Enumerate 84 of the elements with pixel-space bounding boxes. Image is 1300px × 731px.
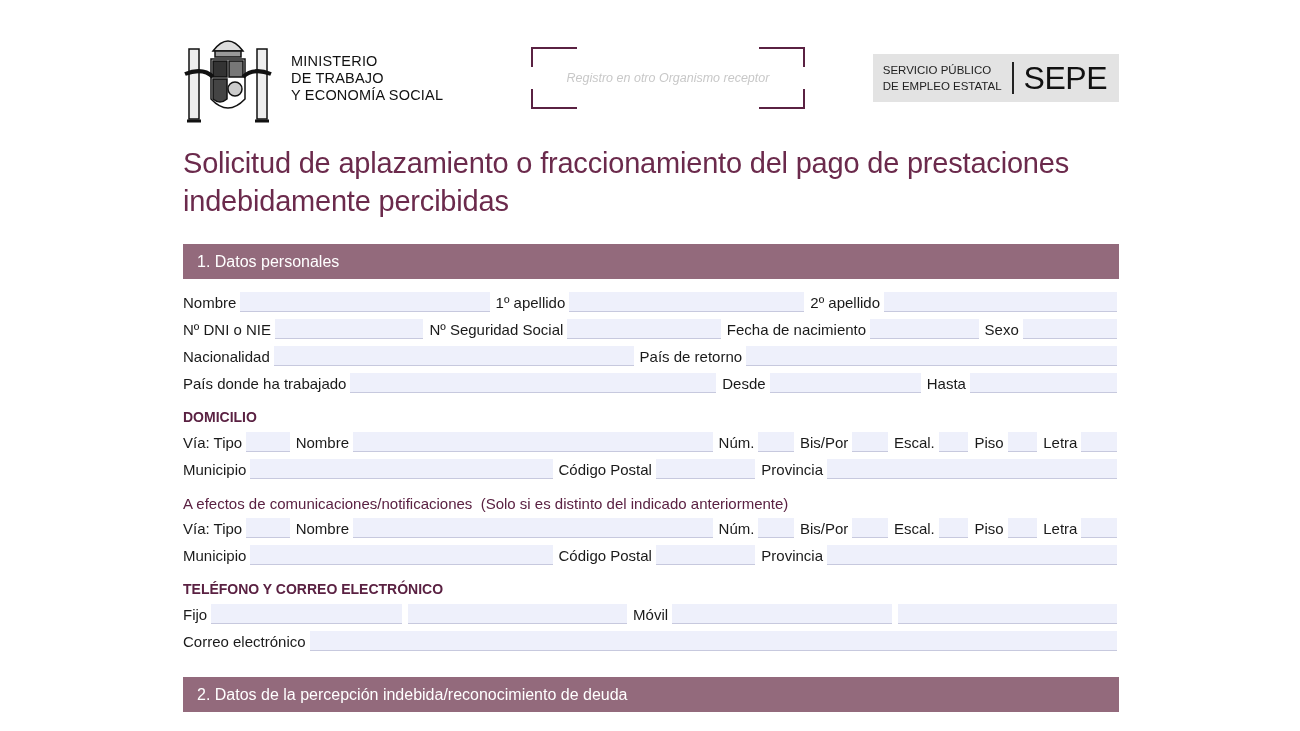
input-field[interactable] [309,631,1117,651]
field-label: 2º apellido [810,294,880,313]
field-label: Letra [1043,520,1078,539]
input-field[interactable] [275,319,424,339]
field-label: Fijo [183,606,208,625]
agency-brand: SEPE [1023,59,1107,97]
input-field[interactable] [655,459,756,479]
field-label: Nº Seguridad Social [429,321,564,340]
field-label: Nacionalidad [183,348,270,367]
input-field[interactable] [758,432,794,452]
input-field[interactable] [938,432,969,452]
input-field[interactable] [769,373,921,393]
field-label: Correo electrónico [183,633,306,652]
input-field[interactable] [870,319,979,339]
input-field[interactable] [827,545,1117,565]
section-header: 2. Datos de la percepción indebida/reconocimiento de deuda [183,677,1119,712]
input-field[interactable] [884,292,1117,312]
field-label: Municipio [183,461,247,480]
field-label: Núm. [718,520,755,539]
input-field[interactable] [1081,432,1117,452]
input-field[interactable] [250,459,553,479]
input-field[interactable] [246,432,290,452]
form-title: Solicitud de aplazamiento o fraccionamiento del pago de prestaciones indebidamente percibidas [183,146,1070,219]
input-field[interactable] [240,292,490,312]
ministry-name: DE TRABAJO [291,69,385,87]
input-field[interactable] [852,518,888,538]
field-label: Desde [722,375,766,394]
field-label: Núm. [718,434,755,453]
field-label: Nombre [183,294,237,313]
agency-name: DE EMPLEO ESTATAL [882,79,1002,94]
subsection-heading: TELÉFONO Y CORREO ELECTRÓNICO [183,581,445,599]
field-label: Móvil [633,606,669,625]
field-label: Municipio [183,547,247,566]
field-label: Nombre [295,520,350,539]
input-field[interactable] [827,459,1117,479]
input-field[interactable] [407,604,628,624]
field-label: Código Postal [558,547,652,566]
ministry-name: MINISTERIO [291,52,379,70]
field-label: Provincia [761,547,823,566]
input-field[interactable] [211,604,402,624]
field-label: Bis/Por [800,434,849,453]
input-field[interactable] [273,346,634,366]
field-label: Nº DNI o NIE [183,321,271,340]
field-label: Nombre [295,434,350,453]
field-label: Provincia [761,461,823,480]
input-field[interactable] [250,545,553,565]
ministry-name: Y ECONOMÍA SOCIAL [291,86,444,104]
subsection-heading: DOMICILIO [183,409,258,427]
field-label: Fecha de nacimiento [726,321,867,340]
input-field[interactable] [897,604,1117,624]
field-label: Vía: Tipo [183,434,243,453]
input-field[interactable] [746,346,1117,366]
input-field[interactable] [758,518,794,538]
field-label: Piso [974,520,1004,539]
field-label: Sexo [984,321,1019,340]
section-header: 1. Datos personales [183,244,1119,279]
input-field[interactable] [350,373,717,393]
field-label: Escal. [893,434,935,453]
input-field[interactable] [353,518,713,538]
agency-name: SERVICIO PÚBLICO [882,63,993,78]
input-field[interactable] [1022,319,1117,339]
input-field[interactable] [672,604,892,624]
input-field[interactable] [938,518,969,538]
field-label: Hasta [926,375,966,394]
input-field[interactable] [569,292,805,312]
field-label: Código Postal [558,461,652,480]
input-field[interactable] [1007,432,1038,452]
input-field[interactable] [1007,518,1038,538]
field-label: Letra [1043,434,1078,453]
field-label: Escal. [893,520,935,539]
input-field[interactable] [852,432,888,452]
field-label: Vía: Tipo [183,520,243,539]
field-label: 1º apellido [495,294,566,313]
input-field[interactable] [969,373,1117,393]
input-field[interactable] [353,432,713,452]
field-label: País de retorno [639,348,743,367]
input-field[interactable] [1081,518,1117,538]
subsection-note: A efectos de comunicaciones/notificaciones (Solo si es distinto del indicado anteriormente) [183,495,790,513]
field-label: Piso [974,434,1004,453]
field-label: Bis/Por [800,520,849,539]
input-field[interactable] [655,545,756,565]
field-label: País donde ha trabajado [183,375,347,394]
input-field[interactable] [567,319,721,339]
input-field[interactable] [246,518,290,538]
